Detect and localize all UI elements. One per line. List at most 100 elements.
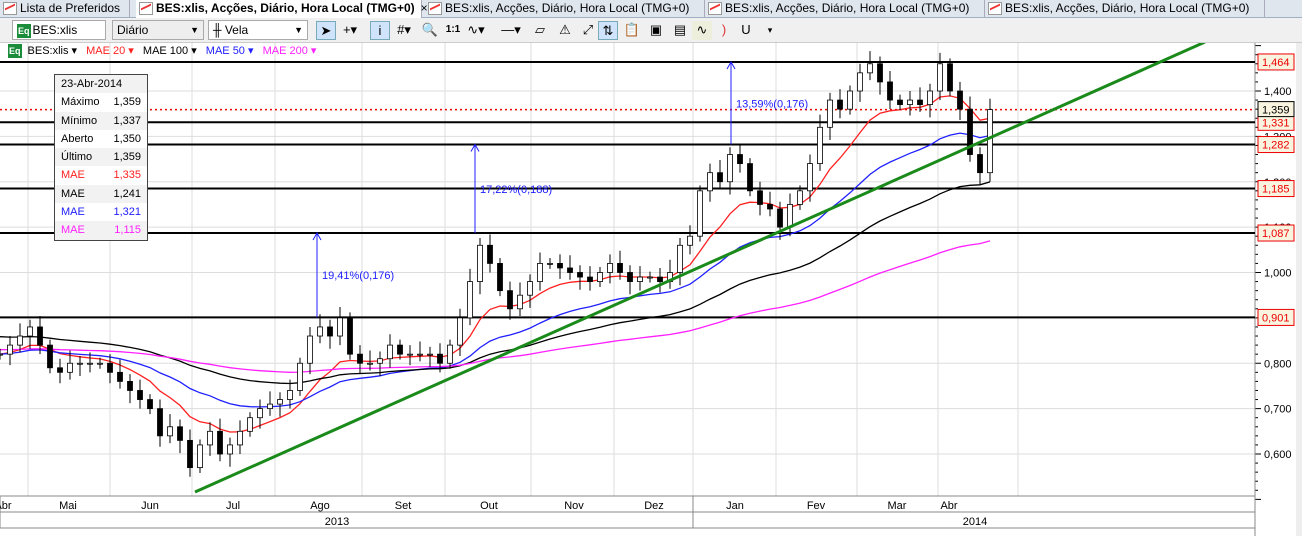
candle-body: [187, 439, 193, 469]
candle-body: [677, 244, 683, 273]
info-label: Último: [61, 151, 93, 164]
y-tick-label: 1,000: [1264, 268, 1292, 280]
x-tick-label: Ago: [310, 500, 330, 512]
candle-body: [377, 358, 383, 364]
tab-chart-3[interactable]: BES:xlis, Acções, Diário, Hora Local (TM…: [705, 0, 985, 18]
legend-mae200[interactable]: MAE 200 ▾: [263, 45, 317, 57]
candle-body: [567, 267, 573, 273]
tab-watchlist[interactable]: Lista de Preferidos: [0, 0, 130, 18]
info-row: MAE 1,321: [55, 203, 147, 221]
candle-body: [7, 344, 13, 355]
measure-icon[interactable]: ⤢: [578, 21, 598, 40]
candle-body: [517, 294, 523, 310]
alert-icon[interactable]: ⚠: [555, 21, 575, 40]
candle-body: [527, 281, 533, 296]
paste-icon[interactable]: 📋: [622, 21, 642, 40]
ratio-button[interactable]: 1:1: [443, 21, 463, 40]
period-select[interactable]: Diário: [112, 20, 204, 40]
info-row: Último 1,359: [55, 148, 147, 167]
tab-chart-2[interactable]: BES:xlis, Acções, Diário, Hora Local (TM…: [425, 0, 705, 18]
sound-icon[interactable]: ): [714, 21, 734, 40]
info-date: 23-Abr-2014: [55, 75, 147, 94]
copy-chart-icon[interactable]: ▣: [646, 21, 666, 40]
candle-body: [807, 163, 813, 192]
y-tick-label: 0,600: [1264, 449, 1292, 461]
candle-body: [637, 276, 643, 282]
price-tag-label: 1,282: [1262, 140, 1290, 152]
wave-icon[interactable]: ∿: [692, 21, 712, 40]
price-tag-label: 1,331: [1262, 117, 1290, 129]
candle-body: [577, 272, 583, 278]
candle-body: [957, 90, 963, 110]
candle-body: [317, 326, 323, 337]
candle-body: [977, 154, 983, 174]
candle-body: [247, 417, 253, 432]
legend-mae100[interactable]: MAE 100 ▾: [143, 45, 197, 57]
price-tag-label: 1,464: [1262, 57, 1290, 69]
candle-body: [277, 399, 283, 405]
symbol-input[interactable]: Eq BES:xlis: [12, 20, 106, 40]
candle-body: [927, 90, 933, 106]
price-chart[interactable]: 1,4001,3001,2001,1001,0000,9000,8000,700…: [0, 43, 1302, 536]
grid-tool[interactable]: #▾: [394, 21, 414, 40]
y-tick-label: 0,800: [1264, 358, 1292, 370]
x-tick-label: Jan: [726, 500, 744, 512]
candle-body: [397, 344, 403, 355]
info-value: 1,321: [113, 206, 141, 219]
candle-body: [847, 90, 853, 110]
toolbar: EqBES:xlis Diário ╫ Vela ➤ +▾ i #▾ 🔍 1:1…: [0, 18, 1302, 43]
legend-symbol[interactable]: BES:xlis ▾: [28, 45, 78, 57]
candle-body: [17, 335, 23, 346]
candle-body: [497, 263, 503, 292]
candle-body: [327, 326, 333, 337]
scrollbar: [1296, 43, 1302, 536]
candle-body: [747, 163, 753, 192]
candle-body: [267, 403, 273, 410]
pointer-tool[interactable]: ➤: [316, 21, 336, 40]
info-row: Máximo 1,359: [55, 93, 147, 111]
candle-body: [947, 63, 953, 92]
info-label: Aberto: [61, 132, 94, 145]
compare-icon[interactable]: ⇅: [598, 21, 618, 40]
x-tick-label: Abr: [940, 500, 957, 512]
candle-body: [347, 317, 353, 355]
candle-body: [257, 408, 263, 419]
more-icon[interactable]: ▾: [760, 21, 780, 40]
indicator-tool[interactable]: ∿▾: [466, 21, 486, 40]
legend-mae50[interactable]: MAE 50 ▾: [206, 45, 254, 57]
candle-body: [87, 362, 93, 365]
candle-body: [597, 272, 603, 282]
candle-body: [117, 371, 123, 382]
x-tick-label: Mar: [888, 500, 907, 512]
candle-body: [27, 326, 33, 337]
candle-body: [587, 276, 593, 282]
info-tool[interactable]: i: [370, 21, 390, 40]
chart-type-select[interactable]: ╫ Vela: [208, 20, 308, 40]
candle-body: [47, 344, 53, 369]
tab-chart-active[interactable]: BES:xlis, Acções, Diário, Hora Local (TM…: [136, 0, 428, 18]
candle-body: [137, 390, 143, 400]
tab-chart-4[interactable]: BES:xlis, Acções, Diário, Hora Local (TM…: [985, 0, 1265, 18]
info-value: 1,359: [113, 96, 141, 109]
line-tool[interactable]: —▾: [496, 21, 526, 40]
x-tick-label: Out: [480, 500, 498, 512]
chart-icon: [988, 2, 1002, 15]
candle-body: [737, 154, 743, 165]
x-tick-label: Dez: [644, 500, 664, 512]
candle-body: [937, 63, 943, 92]
candle-body: [917, 99, 923, 106]
chart-icon: [428, 2, 442, 15]
zoom-icon[interactable]: 🔍: [420, 21, 440, 40]
template-icon[interactable]: ▤: [670, 21, 690, 40]
candle-body: [297, 362, 303, 391]
info-value: 1,337: [113, 114, 141, 127]
crosshair-tool[interactable]: +▾: [340, 21, 360, 40]
magnet-icon[interactable]: U: [736, 21, 756, 40]
x-tick-label: Jun: [141, 500, 159, 512]
candle-body: [57, 367, 63, 373]
eraser-icon[interactable]: ▱: [530, 21, 550, 40]
legend-mae20[interactable]: MAE 20 ▾: [86, 45, 134, 57]
candle-body: [367, 362, 373, 365]
candle-body: [537, 263, 543, 282]
candle-body: [227, 444, 233, 455]
